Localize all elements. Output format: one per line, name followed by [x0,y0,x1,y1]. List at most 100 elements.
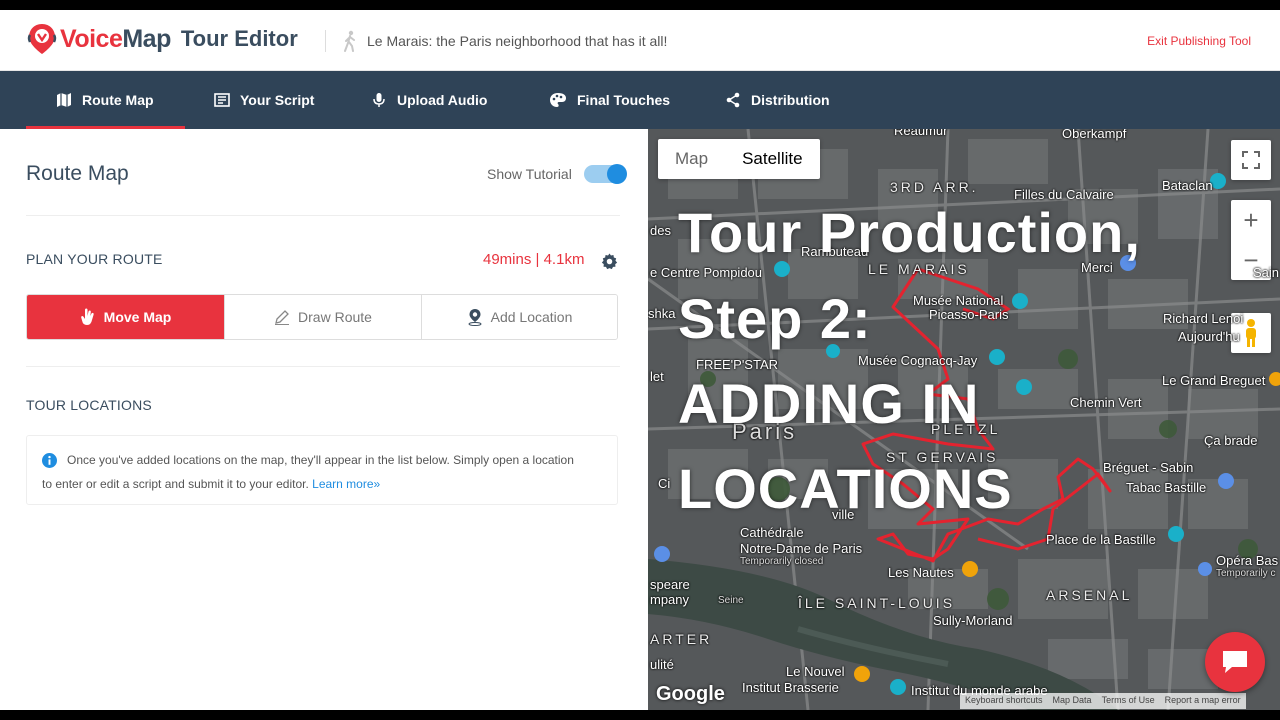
logo-pin-icon [27,24,57,54]
draw-route-label: Draw Route [298,309,372,325]
toggle-knob [607,164,627,184]
zoom-in-button[interactable]: + [1231,200,1271,240]
locations-info-box: Once you've added locations on the map, … [26,435,618,505]
walker-icon [344,30,355,52]
tab-label: Route Map [82,92,154,108]
map-label: let [650,369,664,384]
tab-route-map[interactable]: Route Map [26,71,184,129]
keyboard-shortcuts-link[interactable]: Keyboard shortcuts [960,693,1048,709]
map-label: ulité [650,657,674,672]
map-label: Aujourd'hu [1178,329,1240,344]
plan-your-route-heading: PLAN YOUR ROUTE [26,251,163,267]
hand-icon [80,308,94,325]
main-nav: Route Map Your Script Upload Audio Final… [0,71,1280,129]
add-location-button[interactable]: Add Location [421,295,617,339]
script-icon [214,93,230,107]
fullscreen-button[interactable] [1231,140,1271,180]
map-label: e Centre Pompidou [650,265,763,280]
map-type-map-button[interactable]: Map [658,139,725,179]
pegman-icon [1246,319,1256,347]
terms-of-use-link[interactable]: Terms of Use [1097,693,1160,709]
move-map-label: Move Map [103,309,172,325]
overlay-title-line1: Tour Production, [678,201,1141,264]
map-label: Cathédrale [740,525,804,540]
map-label: Bataclan [1162,178,1213,193]
info-text: to enter or edit a script and submit it … [42,477,309,491]
map-label: Ci [658,476,671,491]
letterbox-top [0,0,1280,10]
map-label: mpany [650,592,690,607]
tab-label: Final Touches [577,92,671,108]
map-label: Opéra Bas [1216,553,1279,568]
info-text-line2: to enter or edit a script and submit it … [42,477,380,491]
learn-more-link[interactable]: Learn more» [312,477,380,491]
map-label: Musée Cognacq-Jay [858,353,978,368]
logo-voice-text: Voice [60,24,123,53]
tab-distribution[interactable]: Distribution [725,71,830,129]
app-header: VoiceMap Tour Editor Le Marais: the Pari… [0,10,1280,71]
map-label: Sain [1253,265,1280,280]
map-label: ÎLE SAINT-LOUIS [798,595,956,611]
info-text-line1: Once you've added locations on the map, … [67,453,574,467]
show-tutorial-toggle[interactable] [584,164,627,184]
tab-label: Upload Audio [397,92,488,108]
letterbox-bottom [0,710,1280,720]
voicemap-logo[interactable]: VoiceMap Tour Editor [26,22,298,56]
tour-locations-heading: TOUR LOCATIONS [26,397,152,413]
map-label: Musée National [913,293,1004,308]
map-label: Les Nautes [888,565,954,580]
map-type-control: Map Satellite [658,139,820,179]
map-label: Réaumur [894,129,948,138]
overlay-title-line2: Step 2: [678,287,872,350]
map-label: Picasso-Paris [929,307,1009,322]
tab-label: Your Script [240,92,315,108]
chat-bubble-icon [1223,651,1247,673]
map-label: speare [650,577,690,592]
header-divider [325,30,326,52]
map-attribution: Keyboard shortcuts Map Data Terms of Use… [960,693,1246,709]
map-label: Oberkampf [1062,129,1127,141]
map-label: Tabac Bastille [1126,480,1207,495]
location-pin-icon [468,309,482,326]
show-tutorial-label: Show Tutorial [487,166,572,182]
microphone-icon [373,93,385,107]
chat-button[interactable] [1205,632,1265,692]
map-label: Chemin Vert [1070,395,1142,410]
fullscreen-icon [1242,151,1260,169]
map-label: Le Grand Breguet [1162,373,1266,388]
route-stats: 49mins | 4.1km [483,251,585,268]
panel-title: Route Map [26,162,129,185]
map-label: Bréguet - Sabin [1103,460,1194,475]
map-label: Sully-Morland [933,613,1013,628]
logo-map-text: Map [122,24,171,53]
draw-route-button[interactable]: Draw Route [224,295,421,339]
route-mode-selector: Move Map Draw Route Add Location [26,294,618,340]
tour-title: Le Marais: the Paris neighborhood that h… [367,33,668,49]
product-name: Tour Editor [180,26,298,51]
tab-label: Distribution [751,92,830,108]
tab-upload-audio[interactable]: Upload Audio [371,71,487,129]
report-map-error-link[interactable]: Report a map error [1160,693,1246,709]
move-map-button[interactable]: Move Map [27,295,224,339]
map-icon [57,93,71,107]
map-label: Seine [718,595,744,606]
gear-icon[interactable] [601,253,618,270]
map-label: Temporarily closed [740,556,824,567]
share-icon [726,92,740,108]
tab-your-script[interactable]: Your Script [214,71,314,129]
map-data-link[interactable]: Map Data [1048,693,1097,709]
route-map-panel: Route Map Show Tutorial PLAN YOUR ROUTE … [0,129,648,710]
divider [26,215,620,216]
tab-final-touches[interactable]: Final Touches [549,71,670,129]
map-label: Notre-Dame de Paris [740,541,863,556]
pencil-icon [275,310,290,325]
satellite-map[interactable]: Map Satellite + − Réaumur Oberkampf 3RD … [648,129,1280,710]
map-label: shka [648,306,676,321]
exit-publishing-tool-link[interactable]: Exit Publishing Tool [1147,34,1251,48]
info-icon [42,453,57,468]
map-label: Richard Lenoi [1163,311,1244,326]
map-type-satellite-button[interactable]: Satellite [725,139,819,179]
map-label: Place de la Bastille [1046,532,1156,547]
map-label: FREE'P'STAR [696,357,779,372]
google-logo: Google [656,683,725,705]
